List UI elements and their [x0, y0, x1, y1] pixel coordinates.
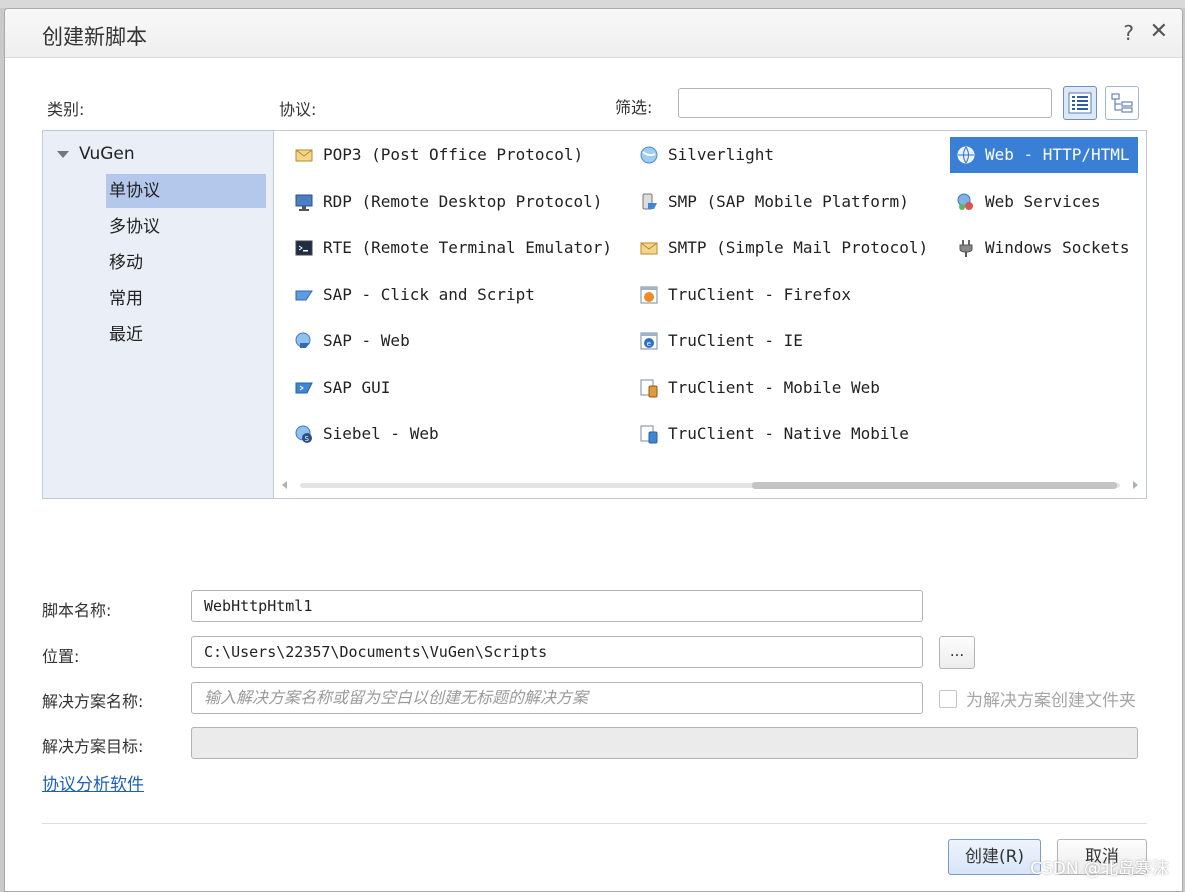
protocol-label: Siebel - Web	[323, 424, 439, 443]
protocol-truclient-firefox[interactable]: TruClient - Firefox	[633, 277, 859, 313]
solution-name-input[interactable]	[191, 682, 923, 714]
category-multi-protocol[interactable]: 多协议	[106, 210, 266, 244]
monitor-icon	[295, 194, 313, 211]
protocol-label: SAP GUI	[323, 378, 391, 397]
horizontal-scrollbar[interactable]	[282, 479, 1138, 491]
footer-divider	[42, 823, 1147, 824]
mail-icon	[295, 149, 313, 162]
list-view-button[interactable]	[1063, 86, 1097, 120]
terminal-icon	[295, 240, 313, 256]
protocol-sap-gui[interactable]: SAP GUI	[288, 370, 398, 406]
protocol-label: POP3 (Post Office Protocol)	[323, 145, 584, 164]
protocol-list: POP3 (Post Office Protocol) RDP (Remote …	[273, 130, 1147, 499]
protocol-label: SMTP (Simple Mail Protocol)	[668, 238, 929, 257]
solution-target-label: 解决方案目标:	[42, 737, 144, 756]
plug-icon	[959, 240, 973, 257]
protocol-sap-web[interactable]: SAP - Web	[288, 323, 418, 359]
tree-view-icon	[1111, 93, 1133, 113]
sap-click-icon	[295, 290, 313, 301]
scroll-left-icon[interactable]	[282, 481, 287, 489]
filter-input[interactable]	[678, 88, 1052, 118]
protocol-truclient-mobile-web[interactable]: TruClient - Mobile Web	[633, 370, 888, 406]
create-script-dialog: 创建新脚本 ? ✕ 类别: 协议: 筛选: VuGen 单协议 多协议 移动 常…	[4, 8, 1183, 892]
siebel-icon: S	[295, 425, 312, 443]
protocol-label: SAP - Click and Script	[323, 285, 535, 304]
protocol-smtp[interactable]: SMTP (Simple Mail Protocol)	[633, 230, 936, 266]
category-tree: VuGen 单协议 多协议 移动 常用 最近	[42, 130, 274, 499]
truclient-ie-icon: e	[640, 332, 658, 350]
create-button[interactable]: 创建(R)	[948, 839, 1041, 875]
solution-target-input	[191, 727, 1138, 759]
watermark: CSDN @北岛寒沫	[1030, 859, 1169, 879]
web-services-icon	[957, 193, 973, 210]
protocol-label: TruClient - Native Mobile	[668, 424, 909, 443]
close-button[interactable]: ✕	[1150, 19, 1168, 44]
protocol-label: SMP (SAP Mobile Platform)	[668, 192, 909, 211]
tree-root-vugen[interactable]: VuGen	[57, 144, 135, 164]
protocol-siebel-web[interactable]: S Siebel - Web	[288, 416, 447, 452]
protocol-label: TruClient - Firefox	[668, 285, 852, 304]
mobile-platform-icon	[642, 193, 657, 210]
background-strip	[0, 0, 1185, 8]
script-name-input[interactable]	[191, 590, 923, 622]
protocol-label: Web Services	[985, 192, 1101, 211]
expand-arrow-icon[interactable]	[57, 150, 69, 158]
protocol-label: Web - HTTP/HTML	[985, 145, 1130, 164]
create-folder-option[interactable]: 为解决方案创建文件夹	[939, 686, 1136, 711]
protocol-label: TruClient - Mobile Web	[668, 378, 880, 397]
sap-gui-icon	[295, 382, 313, 394]
create-folder-label: 为解决方案创建文件夹	[966, 691, 1136, 711]
protocol-rdp[interactable]: RDP (Remote Desktop Protocol)	[288, 184, 610, 220]
scroll-thumb[interactable]	[752, 482, 1117, 489]
location-input[interactable]	[191, 636, 923, 668]
protocol-web-http-html[interactable]: Web - HTTP/HTML	[950, 137, 1138, 173]
category-single-protocol[interactable]: 单协议	[106, 174, 266, 208]
protocol-advisor-link[interactable]: 协议分析软件	[42, 770, 144, 795]
protocol-smp[interactable]: SMP (SAP Mobile Platform)	[633, 184, 917, 220]
location-label: 位置:	[42, 647, 80, 666]
svg-text:S: S	[305, 435, 310, 443]
protocol-label: SAP - Web	[323, 331, 410, 350]
protocol-label: RDP (Remote Desktop Protocol)	[323, 192, 603, 211]
truclient-native-icon	[640, 425, 658, 444]
scroll-right-icon[interactable]	[1133, 481, 1138, 489]
truclient-mobile-icon	[640, 379, 658, 398]
silverlight-icon	[640, 146, 658, 164]
sap-web-icon	[295, 332, 311, 348]
script-name-label: 脚本名称:	[42, 601, 112, 620]
browse-button[interactable]: ...	[939, 636, 975, 669]
category-label: 类别:	[47, 100, 85, 119]
protocol-label: 协议:	[279, 100, 317, 119]
category-recent[interactable]: 最近	[106, 318, 266, 352]
dialog-title: 创建新脚本	[42, 25, 147, 49]
mail-icon	[640, 242, 658, 255]
truclient-firefox-icon	[640, 286, 658, 304]
category-common[interactable]: 常用	[106, 282, 266, 316]
category-mobile[interactable]: 移动	[106, 246, 266, 280]
list-view-icon	[1068, 92, 1092, 114]
protocol-label: RTE (Remote Terminal Emulator)	[323, 238, 612, 257]
help-button[interactable]: ?	[1123, 21, 1134, 45]
globe-icon	[957, 146, 975, 164]
protocol-web-services[interactable]: Web Services	[950, 184, 1109, 220]
create-folder-checkbox[interactable]	[939, 689, 957, 708]
protocol-truclient-native-mobile[interactable]: TruClient - Native Mobile	[633, 416, 917, 452]
protocol-label: TruClient - IE	[668, 331, 803, 350]
solution-name-label: 解决方案名称:	[42, 692, 144, 711]
protocol-label: Silverlight	[668, 145, 774, 164]
protocol-pop3[interactable]: POP3 (Post Office Protocol)	[288, 137, 591, 173]
tree-root-label: VuGen	[79, 144, 135, 164]
protocol-sap-click-script[interactable]: SAP - Click and Script	[288, 277, 543, 313]
dialog-titlebar: 创建新脚本 ? ✕	[5, 9, 1182, 58]
protocol-windows-sockets[interactable]: Windows Sockets	[950, 230, 1138, 266]
protocol-silverlight[interactable]: Silverlight	[633, 137, 782, 173]
tree-view-button[interactable]	[1105, 86, 1139, 120]
protocol-truclient-ie[interactable]: e TruClient - IE	[633, 323, 811, 359]
protocol-rte[interactable]: RTE (Remote Terminal Emulator)	[288, 230, 620, 266]
filter-label: 筛选:	[615, 98, 653, 117]
protocol-label: Windows Sockets	[985, 238, 1130, 257]
svg-text:e: e	[647, 340, 651, 348]
